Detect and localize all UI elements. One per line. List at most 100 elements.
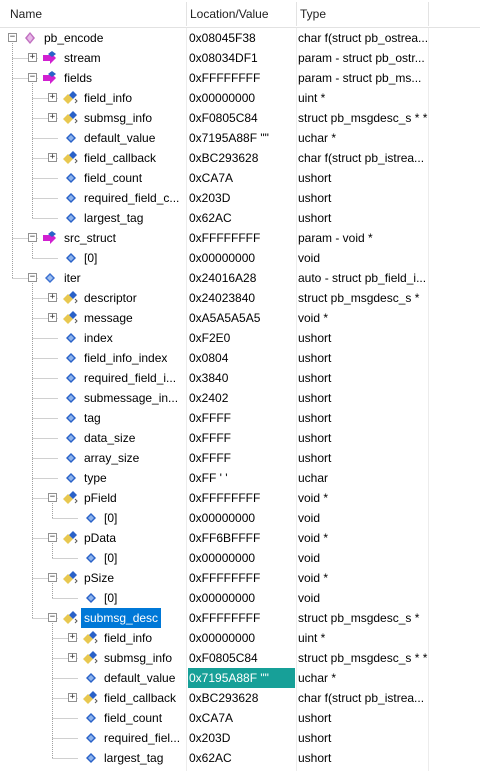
row-location-value[interactable]: 0xFFFF <box>188 448 295 468</box>
tree-row[interactable]: required_fiel... 0x203D ushort <box>0 728 480 748</box>
tree-row[interactable]: + field_callback 0xBC293628 char f(struct p… <box>0 148 480 168</box>
row-name[interactable]: pSize <box>84 568 114 588</box>
row-location-value[interactable]: 0x0804 <box>188 348 295 368</box>
row-name[interactable]: field_count <box>104 708 162 728</box>
tree-row[interactable]: − fields 0xFFFFFFFF param - struct pb_ms... <box>0 68 480 88</box>
row-location-value[interactable]: 0x203D <box>188 728 295 748</box>
row-name[interactable]: src_struct <box>64 228 116 248</box>
row-location-value[interactable]: 0x2402 <box>188 388 295 408</box>
row-name[interactable]: default_value <box>104 668 175 688</box>
tree-row[interactable]: type 0xFF ' ' uchar <box>0 468 480 488</box>
row-name[interactable]: default_value <box>84 128 155 148</box>
header-location[interactable]: Location/Value <box>190 0 269 28</box>
header-type[interactable]: Type <box>300 0 326 28</box>
tree-row[interactable]: submessage_in... 0x2402 ushort <box>0 388 480 408</box>
tree-row[interactable]: default_value 0x7195A88F "" uchar * <box>0 668 480 688</box>
tree-row[interactable]: + stream 0x08034DF1 param - struct pb_ostr.… <box>0 48 480 68</box>
tree-row[interactable]: − pData 0xFF6BFFFF void * <box>0 528 480 548</box>
tree-row[interactable]: tag 0xFFFF ushort <box>0 408 480 428</box>
collapse-icon[interactable]: − <box>28 273 37 282</box>
row-name[interactable]: fields <box>64 68 92 88</box>
header-name[interactable]: Name <box>10 0 42 28</box>
row-location-value[interactable]: 0xBC293628 <box>188 148 295 168</box>
tree-row[interactable]: + submsg_info 0xF0805C84 struct pb_msgdesc_… <box>0 648 480 668</box>
expand-icon[interactable]: + <box>68 693 77 702</box>
row-location-value[interactable]: 0xF0805C84 <box>188 108 295 128</box>
row-location-value[interactable]: 0x00000000 <box>188 508 295 528</box>
tree-row[interactable]: − submsg_desc 0xFFFFFFFF struct pb_msgdesc_… <box>0 608 480 628</box>
expand-icon[interactable]: + <box>48 293 57 302</box>
row-name[interactable]: type <box>84 468 107 488</box>
row-name[interactable]: required_fiel... <box>104 728 180 748</box>
tree-row[interactable]: − src_struct 0xFFFFFFFF param - void * <box>0 228 480 248</box>
tree-row[interactable]: largest_tag 0x62AC ushort <box>0 208 480 228</box>
row-location-value[interactable]: 0x00000000 <box>188 88 295 108</box>
tree-row[interactable]: + field_callback 0xBC293628 char f(struct p… <box>0 688 480 708</box>
row-name[interactable]: message <box>84 308 133 328</box>
collapse-icon[interactable]: − <box>8 33 17 42</box>
tree-row[interactable]: − pSize 0xFFFFFFFF void * <box>0 568 480 588</box>
collapse-icon[interactable]: − <box>48 613 57 622</box>
row-name[interactable]: required_field_c... <box>84 188 179 208</box>
row-name[interactable]: pField <box>84 488 117 508</box>
row-location-value[interactable]: 0x7195A88F "" <box>188 668 295 688</box>
row-location-value[interactable]: 0xBC293628 <box>188 688 295 708</box>
row-name[interactable]: largest_tag <box>84 208 143 228</box>
row-location-value[interactable]: 0x62AC <box>188 208 295 228</box>
row-location-value[interactable]: 0x3840 <box>188 368 295 388</box>
row-name[interactable]: submsg_info <box>84 108 152 128</box>
row-name[interactable]: pData <box>84 528 116 548</box>
row-location-value[interactable]: 0xFFFF <box>188 428 295 448</box>
expand-icon[interactable]: + <box>48 93 57 102</box>
row-name[interactable]: submsg_desc <box>81 608 162 628</box>
tree-row[interactable]: largest_tag 0x62AC ushort <box>0 748 480 768</box>
tree-row[interactable]: − pb_encode 0x08045F38 char f(struct pb_ost… <box>0 28 480 48</box>
row-name[interactable]: tag <box>84 408 101 428</box>
row-location-value[interactable]: 0xF0805C84 <box>188 648 295 668</box>
row-name[interactable]: largest_tag <box>104 748 163 768</box>
collapse-icon[interactable]: − <box>28 233 37 242</box>
row-name[interactable]: field_info <box>84 88 132 108</box>
row-location-value[interactable]: 0x7195A88F "" <box>188 128 295 148</box>
row-location-value[interactable]: 0xCA7A <box>188 708 295 728</box>
tree-row[interactable]: [0] 0x00000000 void <box>0 588 480 608</box>
row-name[interactable]: required_field_i... <box>84 368 176 388</box>
tree-row[interactable]: + field_info 0x00000000 uint * <box>0 628 480 648</box>
row-location-value[interactable]: 0x203D <box>188 188 295 208</box>
tree-row[interactable]: field_count 0xCA7A ushort <box>0 708 480 728</box>
tree-row[interactable]: [0] 0x00000000 void <box>0 248 480 268</box>
tree-row[interactable]: + submsg_info 0xF0805C84 struct pb_msgdesc_… <box>0 108 480 128</box>
tree-row[interactable]: index 0xF2E0 ushort <box>0 328 480 348</box>
row-name[interactable]: submsg_info <box>104 648 172 668</box>
row-location-value[interactable]: 0xFFFFFFFF <box>188 488 295 508</box>
row-name[interactable]: field_callback <box>84 148 156 168</box>
row-location-value[interactable]: 0x00000000 <box>188 248 295 268</box>
row-name[interactable]: data_size <box>84 428 135 448</box>
row-name[interactable]: field_info_index <box>84 348 167 368</box>
row-name[interactable]: submessage_in... <box>84 388 178 408</box>
expand-icon[interactable]: + <box>68 633 77 642</box>
tree-row[interactable]: − pField 0xFFFFFFFF void * <box>0 488 480 508</box>
row-location-value[interactable]: 0x24023840 <box>188 288 295 308</box>
row-name[interactable]: field_count <box>84 168 142 188</box>
tree-row[interactable]: + field_info 0x00000000 uint * <box>0 88 480 108</box>
row-location-value[interactable]: 0x62AC <box>188 748 295 768</box>
expand-icon[interactable]: + <box>48 113 57 122</box>
tree-row[interactable]: [0] 0x00000000 void <box>0 508 480 528</box>
row-name[interactable]: [0] <box>104 508 117 528</box>
tree-row[interactable]: array_size 0xFFFF ushort <box>0 448 480 468</box>
row-location-value[interactable]: 0x08034DF1 <box>188 48 295 68</box>
tree-row[interactable]: field_info_index 0x0804 ushort <box>0 348 480 368</box>
row-location-value[interactable]: 0xF2E0 <box>188 328 295 348</box>
row-name[interactable]: [0] <box>84 248 97 268</box>
row-name[interactable]: pb_encode <box>44 28 103 48</box>
row-name[interactable]: field_info <box>104 628 152 648</box>
row-name[interactable]: [0] <box>104 588 117 608</box>
tree-row[interactable]: required_field_c... 0x203D ushort <box>0 188 480 208</box>
expand-icon[interactable]: + <box>48 153 57 162</box>
tree-row[interactable]: field_count 0xCA7A ushort <box>0 168 480 188</box>
row-location-value[interactable]: 0x00000000 <box>188 588 295 608</box>
tree-row[interactable]: + descriptor 0x24023840 struct pb_msgdesc_s… <box>0 288 480 308</box>
row-location-value[interactable]: 0xFFFF <box>188 408 295 428</box>
row-location-value[interactable]: 0xFFFFFFFF <box>188 568 295 588</box>
